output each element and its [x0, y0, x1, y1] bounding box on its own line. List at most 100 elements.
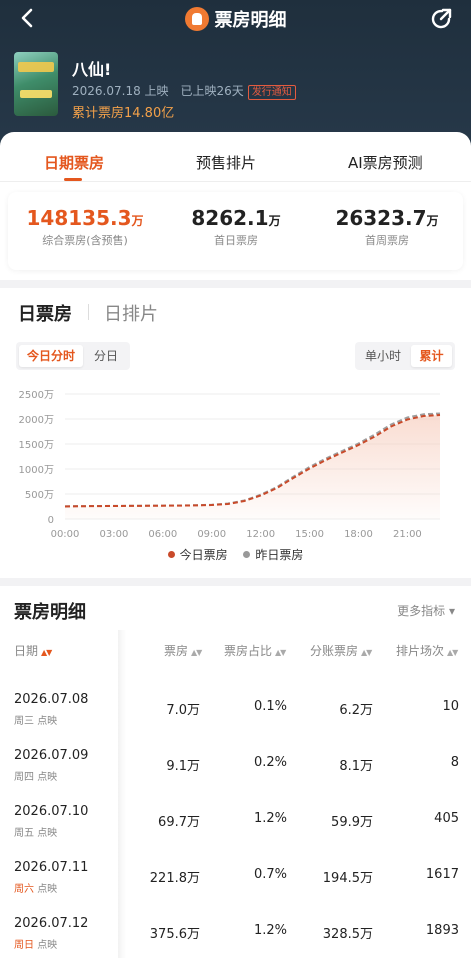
x-tick-label: 18:00 — [344, 529, 373, 540]
y-tick-label: 1000万 — [19, 465, 54, 476]
chart-card: 日票房 日排片 今日分时 分日 单小时 累计 0 500万 1000万 1500万 20… — [0, 288, 471, 578]
option-today-hourly[interactable]: 今日分时 — [19, 345, 83, 367]
stats-panel: 148135.3万 综合票房(含预售) 8262.1万 首日票房 26323.7… — [8, 192, 463, 270]
stat-total: 148135.3万 综合票房(含预售) — [10, 206, 160, 248]
row-split: 194.5万 — [322, 871, 373, 886]
share-icon[interactable] — [429, 7, 453, 31]
legend-yesterday: 昨日票房 — [243, 548, 303, 562]
legend-yesterday-dot — [243, 551, 251, 558]
release-notice-badge[interactable]: 发行通知 — [247, 85, 296, 100]
stat-first-day-unit: 万 — [268, 214, 281, 228]
col-split-label: 分账票房 — [310, 644, 359, 658]
col-shows[interactable]: 排片场次 ▲▼ — [396, 642, 458, 659]
row-weekday-name: 周日 — [14, 940, 34, 951]
page-title: 票房明细 — [214, 10, 287, 31]
sort-icon: ▲▼ — [41, 648, 52, 657]
movie-name: 八仙! — [72, 60, 112, 79]
row-weekday: 周四 点映 — [14, 768, 57, 783]
row-tag: 点映 — [37, 828, 58, 839]
stat-first-week-label: 首周票房 — [365, 234, 409, 247]
x-tick-label: 12:00 — [246, 529, 275, 540]
col-box-office-label: 票房 — [164, 644, 189, 658]
y-tick-label: 2000万 — [19, 415, 54, 426]
sort-icon: ▲▼ — [191, 648, 202, 657]
table-row[interactable]: 2026.07.11 周六 点映 221.8万 0.7% 194.5万 1617 — [0, 850, 471, 906]
row-share: 0.2% — [253, 755, 287, 770]
option-cumulative[interactable]: 累计 — [411, 345, 452, 367]
row-split: 59.9万 — [331, 815, 373, 830]
row-tag: 点映 — [37, 884, 58, 895]
box-office-detail-table: 票房明细 更多指标 ▾ 日期 ▲▼ 票房 ▲▼ 票房占比 ▲▼ 分账票房 ▲▼ 排片场次… — [0, 586, 471, 958]
row-box-office: 7.0万 — [166, 703, 200, 718]
row-tag: 点映 — [37, 772, 58, 783]
dropdown-caret-icon: ▾ — [448, 604, 455, 618]
release-date: 2026.07.18 上映 — [72, 84, 169, 98]
legend-today-label: 今日票房 — [179, 548, 228, 562]
row-share: 0.7% — [253, 867, 287, 882]
row-split: 6.2万 — [339, 703, 373, 718]
x-tick-label: 00:00 — [51, 529, 80, 540]
row-date: 2026.07.12 — [14, 916, 89, 931]
row-box-office: 69.7万 — [158, 815, 200, 830]
row-shows: 1617 — [425, 867, 459, 882]
row-shows: 8 — [450, 755, 459, 770]
summary-card: 日期票房 预售排片 AI票房预测 148135.3万 综合票房(含预售) 826… — [0, 132, 471, 280]
row-share: 1.2% — [253, 811, 287, 826]
stat-first-day: 8262.1万 首日票房 — [161, 206, 311, 248]
stat-first-day-value: 8262.1 — [191, 206, 269, 230]
top-bar: 票房明细 — [0, 0, 471, 38]
option-by-day[interactable]: 分日 — [86, 345, 126, 367]
tab-presale-schedule[interactable]: 预售排片 — [196, 152, 256, 173]
row-weekday-name: 周三 — [14, 716, 34, 727]
x-tick-label: 21:00 — [393, 529, 422, 540]
table-header: 日期 ▲▼ 票房 ▲▼ 票房占比 ▲▼ 分账票房 ▲▼ 排片场次 ▲▼ — [0, 638, 471, 664]
tab-daily-schedule[interactable]: 日排片 — [104, 300, 158, 326]
stat-first-week: 26323.7万 首周票房 — [312, 206, 462, 248]
more-metrics-label: 更多指标 — [397, 604, 446, 618]
tab-daily-box-office[interactable]: 日期票房 — [44, 152, 104, 173]
row-weekday-name: 周四 — [14, 772, 34, 783]
stat-total-value: 148135.3 — [26, 206, 132, 230]
col-date[interactable]: 日期 ▲▼ — [14, 642, 52, 659]
cumulative-box-office: 累计票房14.80亿 — [72, 106, 175, 121]
table-row[interactable]: 2026.07.10 周五 点映 69.7万 1.2% 59.9万 405 — [0, 794, 471, 850]
movie-poster[interactable] — [14, 52, 58, 116]
table-title: 票房明细 — [14, 602, 86, 623]
col-split[interactable]: 分账票房 ▲▼ — [310, 642, 372, 659]
row-tag: 点映 — [37, 940, 58, 951]
table-row[interactable]: 2026.07.09 周四 点映 9.1万 0.2% 8.1万 8 — [0, 738, 471, 794]
stat-total-unit: 万 — [131, 214, 144, 228]
row-date: 2026.07.08 — [14, 692, 89, 707]
row-weekday-name: 周五 — [14, 828, 34, 839]
row-share: 0.1% — [253, 699, 287, 714]
x-tick-label: 03:00 — [99, 529, 128, 540]
tab-daily-gross[interactable]: 日票房 — [18, 300, 72, 326]
stat-first-day-label: 首日票房 — [214, 234, 258, 247]
col-share[interactable]: 票房占比 ▲▼ — [224, 642, 286, 659]
option-single-hour[interactable]: 单小时 — [358, 345, 408, 367]
col-shows-label: 排片场次 — [396, 644, 445, 658]
table-row[interactable]: 2026.07.08 周三 点映 7.0万 0.1% 6.2万 10 — [0, 682, 471, 738]
row-shows: 10 — [442, 699, 459, 714]
legend-today: 今日票房 — [167, 548, 228, 562]
col-box-office[interactable]: 票房 ▲▼ — [164, 642, 202, 659]
chart-legend: 今日票房 昨日票房 — [0, 546, 471, 563]
section-divider — [88, 304, 89, 320]
days-released: 已上映26天 — [180, 84, 244, 98]
x-tick-label: 15:00 — [295, 529, 324, 540]
stat-first-week-unit: 万 — [426, 214, 439, 228]
main-tabs: 日期票房 预售排片 AI票房预测 — [0, 132, 471, 182]
x-tick-label: 09:00 — [197, 529, 226, 540]
row-box-office: 375.6万 — [149, 927, 200, 942]
accumulation-toggle: 单小时 累计 — [355, 342, 455, 370]
legend-today-dot — [167, 551, 175, 558]
tab-ai-prediction[interactable]: AI票房预测 — [348, 152, 423, 173]
table-row[interactable]: 2026.07.12 周日 点映 375.6万 1.2% 328.5万 1893 — [0, 906, 471, 958]
row-tag: 点映 — [37, 716, 58, 727]
tab-active-indicator — [64, 178, 82, 181]
more-metrics-button[interactable]: 更多指标 ▾ — [397, 602, 455, 619]
time-granularity-toggle: 今日分时 分日 — [16, 342, 130, 370]
row-date: 2026.07.10 — [14, 804, 89, 819]
row-shows: 405 — [434, 811, 459, 826]
movie-meta: 2026.07.18 上映 已上映26天 发行通知 — [72, 82, 296, 100]
